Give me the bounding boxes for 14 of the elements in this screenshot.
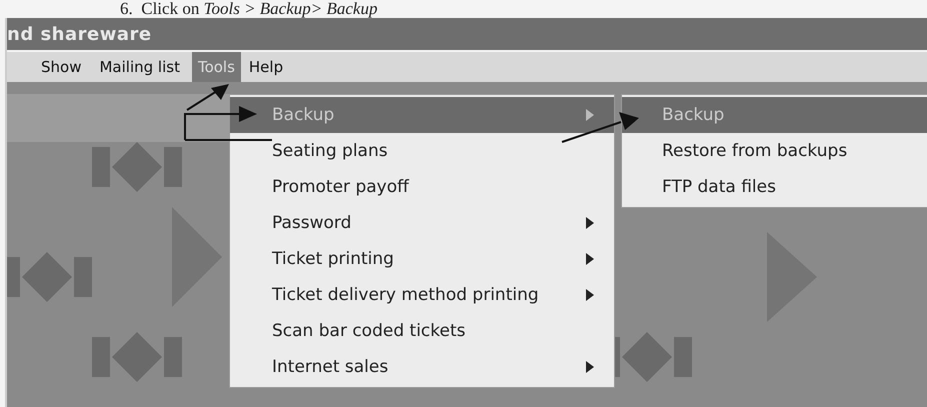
menu-item[interactable]: Seating plans [230,133,614,169]
menu-bar-item[interactable]: Help [242,52,290,82]
menu-item[interactable]: Ticket delivery method printing [230,277,614,313]
menu-item[interactable]: FTP data files [622,169,927,205]
menu-item[interactable]: Ticket printing [230,241,614,277]
menu-item[interactable]: Password [230,205,614,241]
menu-item[interactable]: Internet sales [230,349,614,385]
menu-bar-item[interactable]: Show [35,52,88,82]
menu-item[interactable]: Scan bar coded tickets [230,313,614,349]
menu-item[interactable]: Restore from backups [622,133,927,169]
menu-item[interactable]: Promoter payoff [230,169,614,205]
instruction-caption: 6. Click on Tools > Backup> Backup [119,0,378,18]
menu-bar-item[interactable]: Mailing list [93,52,186,82]
window-title: nd shareware [7,24,152,44]
